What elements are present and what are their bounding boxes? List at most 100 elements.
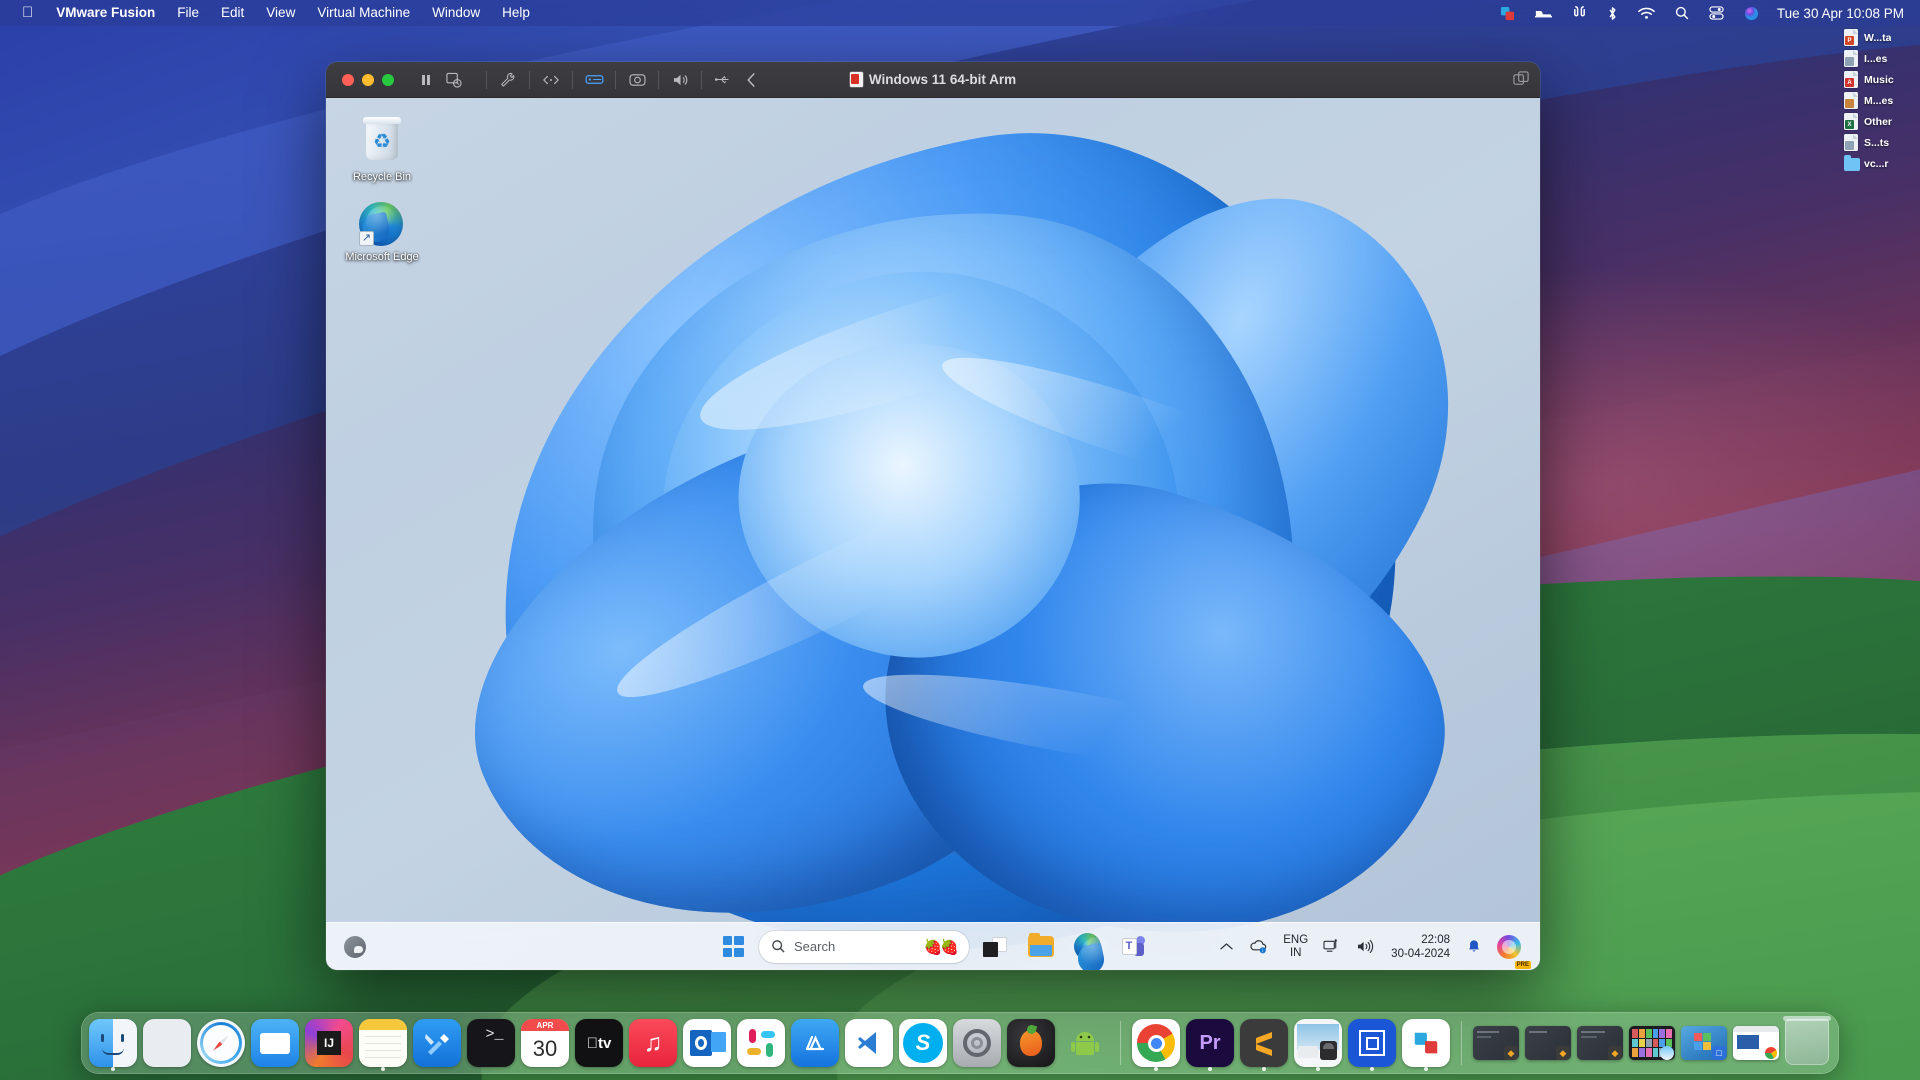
- camera-button[interactable]: [623, 67, 651, 93]
- chevron-up-icon[interactable]: [1213, 928, 1240, 966]
- desktop-file-item[interactable]: X Other: [1842, 112, 1914, 131]
- dock-item-intellij-idea[interactable]: IJ: [305, 1019, 353, 1067]
- vmware-fusion-dock-icon: [1402, 1019, 1450, 1067]
- dock-item-xcode[interactable]: [413, 1019, 461, 1067]
- dock-item-fl-studio[interactable]: [1007, 1019, 1055, 1067]
- back-button[interactable]: [737, 67, 765, 93]
- network-icon[interactable]: [1316, 928, 1347, 966]
- generic-document-icon: [1844, 50, 1859, 67]
- onedrive-cloud-icon[interactable]: i: [1242, 928, 1275, 966]
- menu-window[interactable]: Window: [421, 2, 491, 24]
- weather-widget-icon[interactable]: [334, 935, 376, 958]
- microsoft-edge-icon: ↗: [359, 201, 405, 248]
- desktop-icon-microsoft-edge[interactable]: ↗ Microsoft Edge: [340, 196, 424, 270]
- hard-disk-button[interactable]: [580, 67, 608, 93]
- snapshot-button[interactable]: [440, 67, 468, 93]
- language-indicator[interactable]: ENG IN: [1277, 934, 1314, 960]
- menu-help[interactable]: Help: [491, 2, 541, 24]
- dock-item-preview[interactable]: [1294, 1019, 1342, 1071]
- close-button[interactable]: [342, 73, 354, 86]
- bluetooth-icon[interactable]: [1597, 2, 1628, 24]
- menu-vmware-fusion[interactable]: VMware Fusion: [45, 2, 166, 24]
- dock-item-apple-tv[interactable]: tv: [575, 1019, 623, 1067]
- dock-item-premiere-pro[interactable]: Pr: [1186, 1019, 1234, 1071]
- dock-item-finder[interactable]: [89, 1019, 137, 1071]
- spotlight-search-icon[interactable]: [1665, 2, 1699, 24]
- taskbar-clock[interactable]: 22:08 30-04-2024: [1383, 933, 1458, 961]
- volume-icon[interactable]: [1349, 928, 1381, 966]
- desktop-icon-recycle-bin[interactable]: ♻ Recycle Bin: [340, 112, 424, 190]
- dock-item-vs-code[interactable]: [845, 1019, 893, 1067]
- microsoft-edge-button[interactable]: [1067, 927, 1113, 969]
- language-line-2: IN: [1289, 946, 1302, 959]
- siri-icon[interactable]: [1734, 2, 1769, 24]
- copilot-icon[interactable]: PRE: [1490, 928, 1531, 969]
- dock-item-vmware-fusion[interactable]: [1402, 1019, 1450, 1071]
- sleep-bed-icon[interactable]: [1525, 2, 1562, 24]
- usb-button[interactable]: [709, 67, 737, 93]
- notification-bell-icon[interactable]: [1460, 928, 1488, 966]
- settings-button[interactable]: [494, 67, 522, 93]
- network-button[interactable]: [537, 67, 565, 93]
- menu-virtual-machine[interactable]: Virtual Machine: [306, 2, 421, 24]
- vmware-fusion-window[interactable]: Windows 11 64-bit Arm ♻ Recycle Bin ↗ Mi…: [326, 62, 1540, 970]
- dock-item-skype[interactable]: S: [899, 1019, 947, 1067]
- zoom-button[interactable]: [382, 73, 394, 86]
- dock-item-chrome[interactable]: [1132, 1019, 1180, 1071]
- airpods-icon[interactable]: [1562, 2, 1597, 24]
- minimized-window-sublime-2[interactable]: ◆: [1525, 1026, 1571, 1060]
- trash-icon[interactable]: [1783, 1016, 1831, 1067]
- dock-item-system-settings[interactable]: [953, 1019, 1001, 1067]
- minimized-window-finder[interactable]: [1629, 1026, 1675, 1060]
- desktop-file-item[interactable]: I...es: [1842, 49, 1914, 68]
- window-traffic-lights: [336, 73, 394, 86]
- minimize-button[interactable]: [362, 73, 374, 86]
- dock-item-music[interactable]: ♫: [629, 1019, 677, 1067]
- wifi-icon[interactable]: [1628, 2, 1665, 24]
- search-input[interactable]: Search 🍓🍓: [759, 930, 969, 963]
- dock-item-terminal[interactable]: >_: [467, 1019, 515, 1067]
- pause-button[interactable]: [412, 67, 440, 93]
- menu-view[interactable]: View: [255, 2, 306, 24]
- apple-logo-icon[interactable]: : [10, 5, 45, 21]
- dock-item-android-studio[interactable]: [1061, 1019, 1109, 1067]
- desktop-icon-label: Microsoft Edge: [345, 250, 419, 263]
- minimized-window-sublime-1[interactable]: ◆: [1473, 1026, 1519, 1060]
- dock-item-slack[interactable]: [737, 1019, 785, 1067]
- control-center-icon[interactable]: [1699, 2, 1734, 24]
- dock-item-squarespace-app[interactable]: [1348, 1019, 1396, 1071]
- desktop-file-item[interactable]: S...ts: [1842, 133, 1914, 152]
- windows-11-screen[interactable]: ♻ Recycle Bin ↗ Microsoft Edge Search 🍓🍓…: [326, 98, 1540, 970]
- menu-edit[interactable]: Edit: [210, 2, 255, 24]
- desktop-file-item[interactable]: P W...ta: [1842, 28, 1914, 47]
- clock-date: 30-04-2024: [1391, 947, 1450, 960]
- image-document-icon: [1844, 92, 1859, 109]
- dock-item-safari[interactable]: [197, 1019, 245, 1067]
- dock-item-mail[interactable]: [251, 1019, 299, 1067]
- toolbar-divider: [615, 70, 616, 89]
- menu-bar-clock[interactable]: Tue 30 Apr 10:08 PM: [1769, 4, 1910, 23]
- vmware-fusion-icon[interactable]: [1490, 2, 1525, 24]
- desktop-file-list: P W...ta I...es A Music M...es X Other S…: [1842, 28, 1914, 173]
- desktop-file-item[interactable]: vc...r: [1842, 154, 1914, 173]
- vm-window-titlebar[interactable]: Windows 11 64-bit Arm: [326, 62, 1540, 98]
- minimized-window-chrome[interactable]: [1733, 1026, 1779, 1060]
- dock-item-outlook[interactable]: [683, 1019, 731, 1067]
- sound-button[interactable]: [666, 67, 694, 93]
- windows-start-icon[interactable]: [713, 927, 753, 967]
- dock-item-calendar[interactable]: APR 30: [521, 1019, 569, 1067]
- unity-view-button[interactable]: [1513, 71, 1530, 88]
- dock-item-app-store[interactable]: [791, 1019, 839, 1067]
- excel-document-icon: X: [1844, 113, 1859, 130]
- menu-file[interactable]: File: [166, 2, 210, 24]
- desktop-file-item[interactable]: A Music: [1842, 70, 1914, 89]
- microsoft-teams-button[interactable]: T: [1113, 927, 1153, 967]
- minimized-window-sublime-3[interactable]: ◆: [1577, 1026, 1623, 1060]
- dock-item-notes[interactable]: [359, 1019, 407, 1071]
- dock-item-launchpad[interactable]: [143, 1019, 191, 1067]
- file-explorer-button[interactable]: [1021, 927, 1061, 967]
- task-view-button[interactable]: [975, 927, 1015, 967]
- desktop-file-item[interactable]: M...es: [1842, 91, 1914, 110]
- minimized-window-vmware[interactable]: □: [1681, 1026, 1727, 1060]
- dock-item-sublime-text[interactable]: [1240, 1019, 1288, 1071]
